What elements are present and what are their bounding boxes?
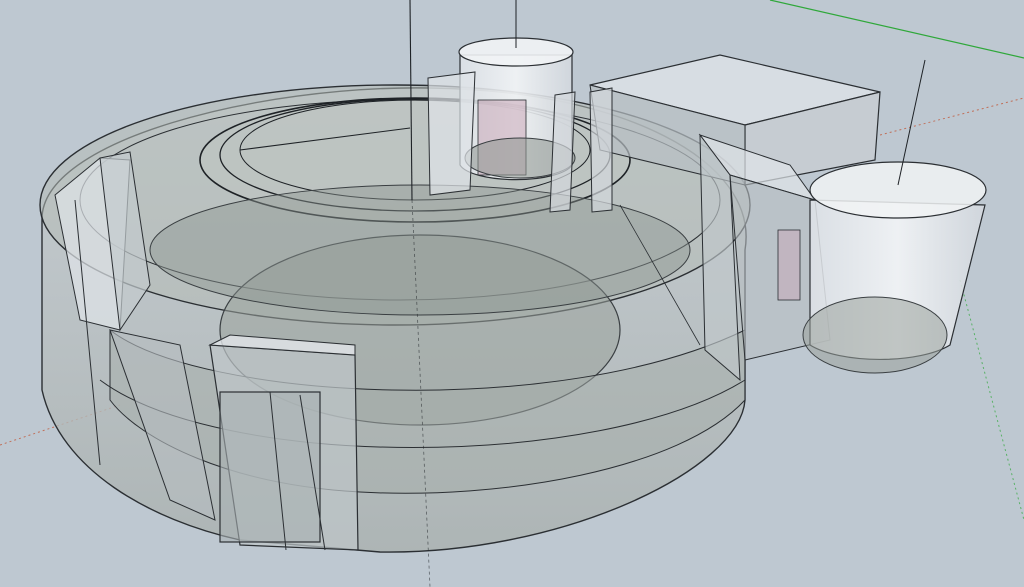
pillar-mid [589, 87, 613, 213]
model-scene[interactable] [0, 0, 1024, 587]
right-cylinder-top [809, 161, 987, 219]
sketchup-3d-viewport[interactable] [0, 0, 1024, 587]
right-cylinder-floor [802, 296, 948, 374]
pillar-left [427, 71, 476, 196]
entry-door [219, 391, 321, 543]
connector-accent [777, 229, 801, 301]
